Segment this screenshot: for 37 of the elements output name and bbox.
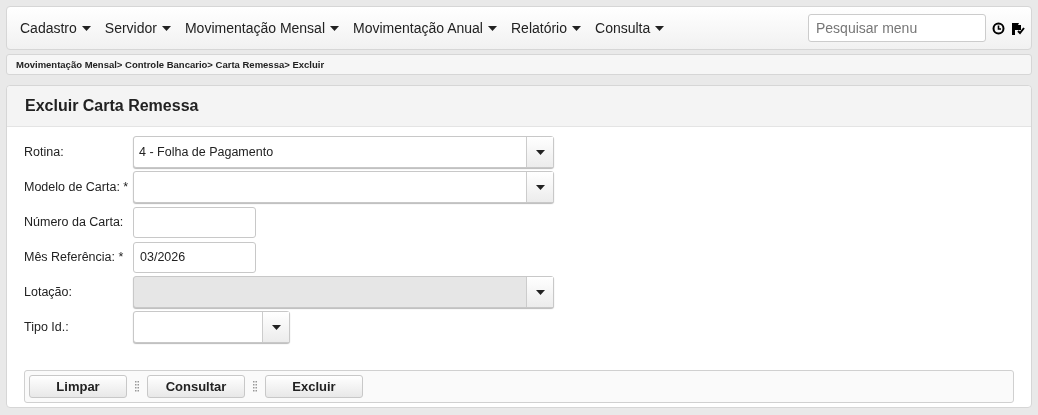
flag-check-icon[interactable] (1011, 21, 1025, 35)
field-label: Número da Carta: (24, 215, 125, 229)
caret-icon (271, 324, 281, 330)
dropdown[interactable] (133, 311, 290, 343)
action-button[interactable]: Excluir (265, 375, 363, 398)
caret-icon (535, 149, 545, 155)
dropdown[interactable]: 4 - Folha de Pagamento (133, 136, 554, 168)
caret-icon (330, 25, 339, 31)
breadcrumb: Movimentação Mensal> Controle Bancario> Carta Remessa> Excluir (16, 59, 325, 70)
field-label: Tipo Id.: (24, 320, 70, 334)
dropdown[interactable] (133, 171, 554, 203)
caret-icon (488, 25, 497, 31)
field-label: Mês Referência: * (24, 250, 125, 264)
menu-item[interactable]: Cadastro (15, 20, 91, 36)
field-label: Rotina: (24, 145, 65, 159)
grip-icon (135, 381, 139, 392)
menu-item[interactable]: Consulta (590, 20, 665, 36)
field-label: Modelo de Carta: * (24, 180, 130, 194)
form-title: Excluir Carta Remessa (25, 97, 199, 115)
input-field[interactable] (133, 206, 256, 238)
caret-icon (535, 184, 545, 190)
menu-item[interactable]: Relatório (506, 20, 581, 36)
caret-icon (572, 25, 581, 31)
action-button[interactable]: Limpar (29, 375, 127, 398)
menu-item[interactable]: Servidor (99, 20, 171, 36)
field-label: Lotação: (24, 285, 73, 299)
clock-icon[interactable] (992, 21, 1005, 35)
caret-icon (535, 289, 545, 295)
menu-item[interactable]: Movimentação Anual (348, 20, 497, 36)
grip-icon (253, 381, 257, 392)
caret-icon (81, 25, 91, 31)
input-field[interactable]: 03/2026 (133, 241, 256, 273)
caret-icon (161, 25, 171, 31)
menu-item[interactable]: Movimentação Mensal (179, 20, 339, 36)
action-button[interactable]: Consultar (147, 375, 245, 398)
search-field[interactable]: Pesquisar menu (808, 14, 986, 42)
caret-icon (655, 25, 665, 31)
